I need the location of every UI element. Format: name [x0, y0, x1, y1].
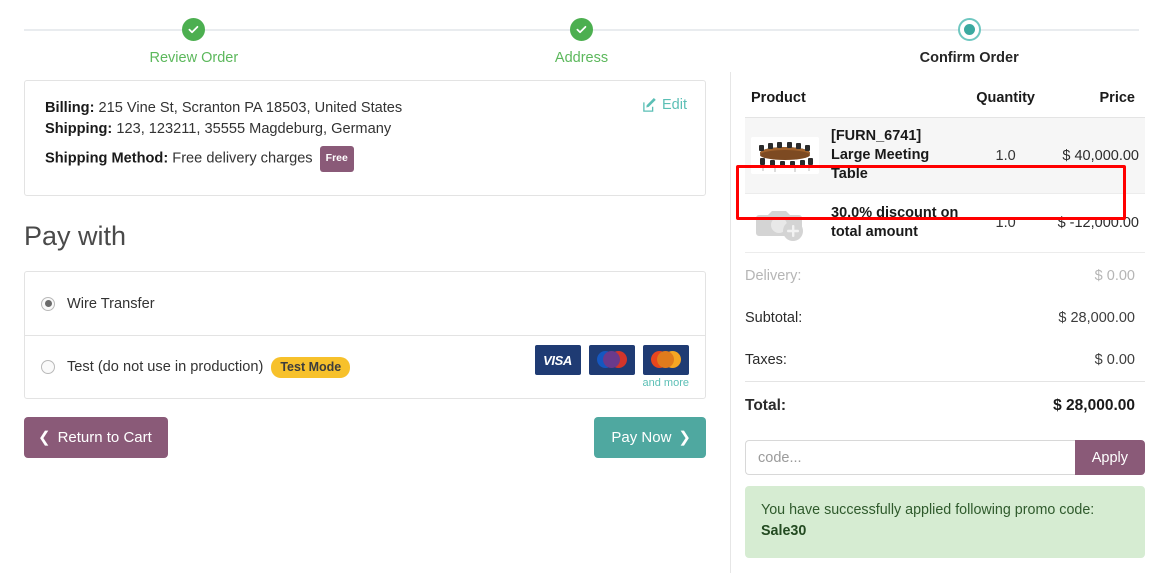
mastercard-group: and more [643, 345, 689, 389]
pay-now-button[interactable]: Pay Now ❯ [594, 417, 706, 458]
step-current-dot-icon [957, 18, 981, 41]
maestro-icon [588, 345, 635, 375]
discount-name: 30.0% discount on total amount [831, 205, 959, 240]
total-label: Total: [745, 397, 787, 414]
payment-option-test[interactable]: Test (do not use in production) Test Mod… [25, 335, 705, 398]
delivery-label: Delivery: [745, 268, 802, 284]
taxes-label: Taxes: [745, 352, 787, 368]
address-summary-card: Billing: 215 Vine St, Scranton PA 18503,… [24, 80, 706, 196]
edit-pencil-icon [643, 98, 657, 112]
step-label-review-order: Review Order [149, 50, 239, 66]
step-address[interactable]: Address [388, 18, 776, 72]
product-quantity: 1.0 [970, 117, 1041, 194]
step-complete-check-icon [570, 18, 593, 41]
promo-success-message: You have successfully applied following … [745, 486, 1145, 558]
totals-row-delivery: Delivery: $ 0.00 [745, 255, 1145, 297]
return-to-cart-label: Return to Cart [57, 428, 152, 446]
subtotal-value: $ 28,000.00 [1058, 310, 1135, 326]
table-header-row: Product Quantity Price [745, 86, 1145, 118]
promo-success-text: You have successfully applied following … [761, 502, 1095, 518]
table-row: 30.0% discount on total amount 1.0 $ -12… [745, 193, 1145, 253]
discount-thumbnail-cell [745, 193, 825, 253]
table-row: [FURN_6741] Large Meeting Table 1.0 $ 40… [745, 117, 1145, 194]
shipping-method-value: Free delivery charges [172, 150, 313, 167]
meeting-table-photo-icon [751, 137, 819, 174]
pay-with-heading: Pay with [24, 221, 127, 251]
shipping-method-label: Shipping Method: [45, 150, 169, 167]
step-label-address: Address [554, 50, 609, 66]
billing-address-line: Billing: 215 Vine St, Scranton PA 18503,… [45, 98, 687, 119]
chevron-left-icon: ❮ [38, 429, 51, 446]
product-name: [FURN_6741] Large Meeting Table [831, 128, 930, 182]
discount-quantity: 1.0 [970, 193, 1041, 253]
order-summary-panel: Product Quantity Price [FURN_6741] Large… [730, 72, 1163, 573]
product-price: $ 40,000.00 [1041, 117, 1145, 194]
step-confirm-order[interactable]: Confirm Order [775, 18, 1163, 72]
image-placeholder-icon [751, 203, 819, 243]
edit-address-link[interactable]: Edit [643, 97, 687, 113]
step-complete-check-icon [182, 18, 206, 41]
checkout-stepper: Review Order Address Confirm Order [0, 0, 1163, 72]
totals-row-subtotal: Subtotal: $ 28,000.00 [745, 297, 1145, 339]
subtotal-label: Subtotal: [745, 310, 803, 326]
payment-option-wire-transfer[interactable]: Wire Transfer [25, 272, 705, 335]
free-shipping-badge: Free [319, 146, 354, 172]
promo-code-form: Apply [745, 440, 1145, 475]
visa-wordmark: VISA [543, 352, 572, 368]
totals-row-total: Total: $ 28,000.00 [745, 381, 1145, 428]
column-header-price: Price [1041, 86, 1145, 118]
accepted-cards-group: VISA and more [534, 345, 689, 389]
product-thumbnail-cell [745, 117, 825, 194]
order-totals: Delivery: $ 0.00 Subtotal: $ 28,000.00 T… [745, 255, 1145, 428]
step-label-confirm-order: Confirm Order [919, 50, 1019, 66]
radio-wire-transfer[interactable] [41, 296, 55, 311]
delivery-value: $ 0.00 [1094, 268, 1135, 284]
radio-test-provider[interactable] [41, 360, 55, 374]
discount-price: $ -12,000.00 [1041, 193, 1145, 253]
payment-option-label: Wire Transfer [67, 295, 155, 312]
shipping-value: 123, 123211, 35555 Magdeburg, Germany [116, 121, 392, 137]
mastercard-icon [642, 345, 689, 375]
shipping-label: Shipping: [45, 121, 113, 137]
chevron-right-icon: ❯ [678, 429, 691, 446]
product-name-cell: [FURN_6741] Large Meeting Table [825, 117, 971, 194]
payment-methods-list: Wire Transfer Test (do not use in produc… [24, 271, 706, 399]
apply-promo-button[interactable]: Apply [1074, 440, 1145, 475]
order-lines-table: Product Quantity Price [FURN_6741] Large… [745, 86, 1145, 253]
promo-applied-code: Sale30 [761, 523, 807, 539]
visa-icon: VISA [534, 345, 581, 375]
checkout-action-buttons: ❮ Return to Cart Pay Now ❯ [24, 417, 706, 458]
column-header-product: Product [745, 86, 971, 118]
shipping-method-line: Shipping Method: Free delivery charges F… [45, 146, 687, 172]
column-header-quantity: Quantity [970, 86, 1041, 118]
payment-option-label: Test (do not use in production) [67, 359, 264, 375]
edit-link-label: Edit [662, 97, 687, 113]
promo-code-input[interactable] [745, 440, 1075, 475]
billing-value: 215 Vine St, Scranton PA 18503, United S… [98, 100, 403, 116]
step-review-order[interactable]: Review Order [0, 18, 388, 72]
and-more-link[interactable]: and more [643, 377, 689, 389]
taxes-value: $ 0.00 [1094, 352, 1135, 368]
billing-label: Billing: [45, 100, 95, 116]
discount-name-cell: 30.0% discount on total amount [825, 193, 971, 253]
pay-now-label: Pay Now [611, 428, 672, 446]
shipping-address-line: Shipping: 123, 123211, 35555 Magdeburg, … [45, 119, 687, 140]
total-value: $ 28,000.00 [1053, 397, 1135, 414]
checkout-main-column: Billing: 215 Vine St, Scranton PA 18503,… [0, 72, 730, 573]
test-mode-badge: Test Mode [271, 356, 351, 378]
totals-row-taxes: Taxes: $ 0.00 [745, 339, 1145, 381]
return-to-cart-button[interactable]: ❮ Return to Cart [24, 417, 168, 458]
